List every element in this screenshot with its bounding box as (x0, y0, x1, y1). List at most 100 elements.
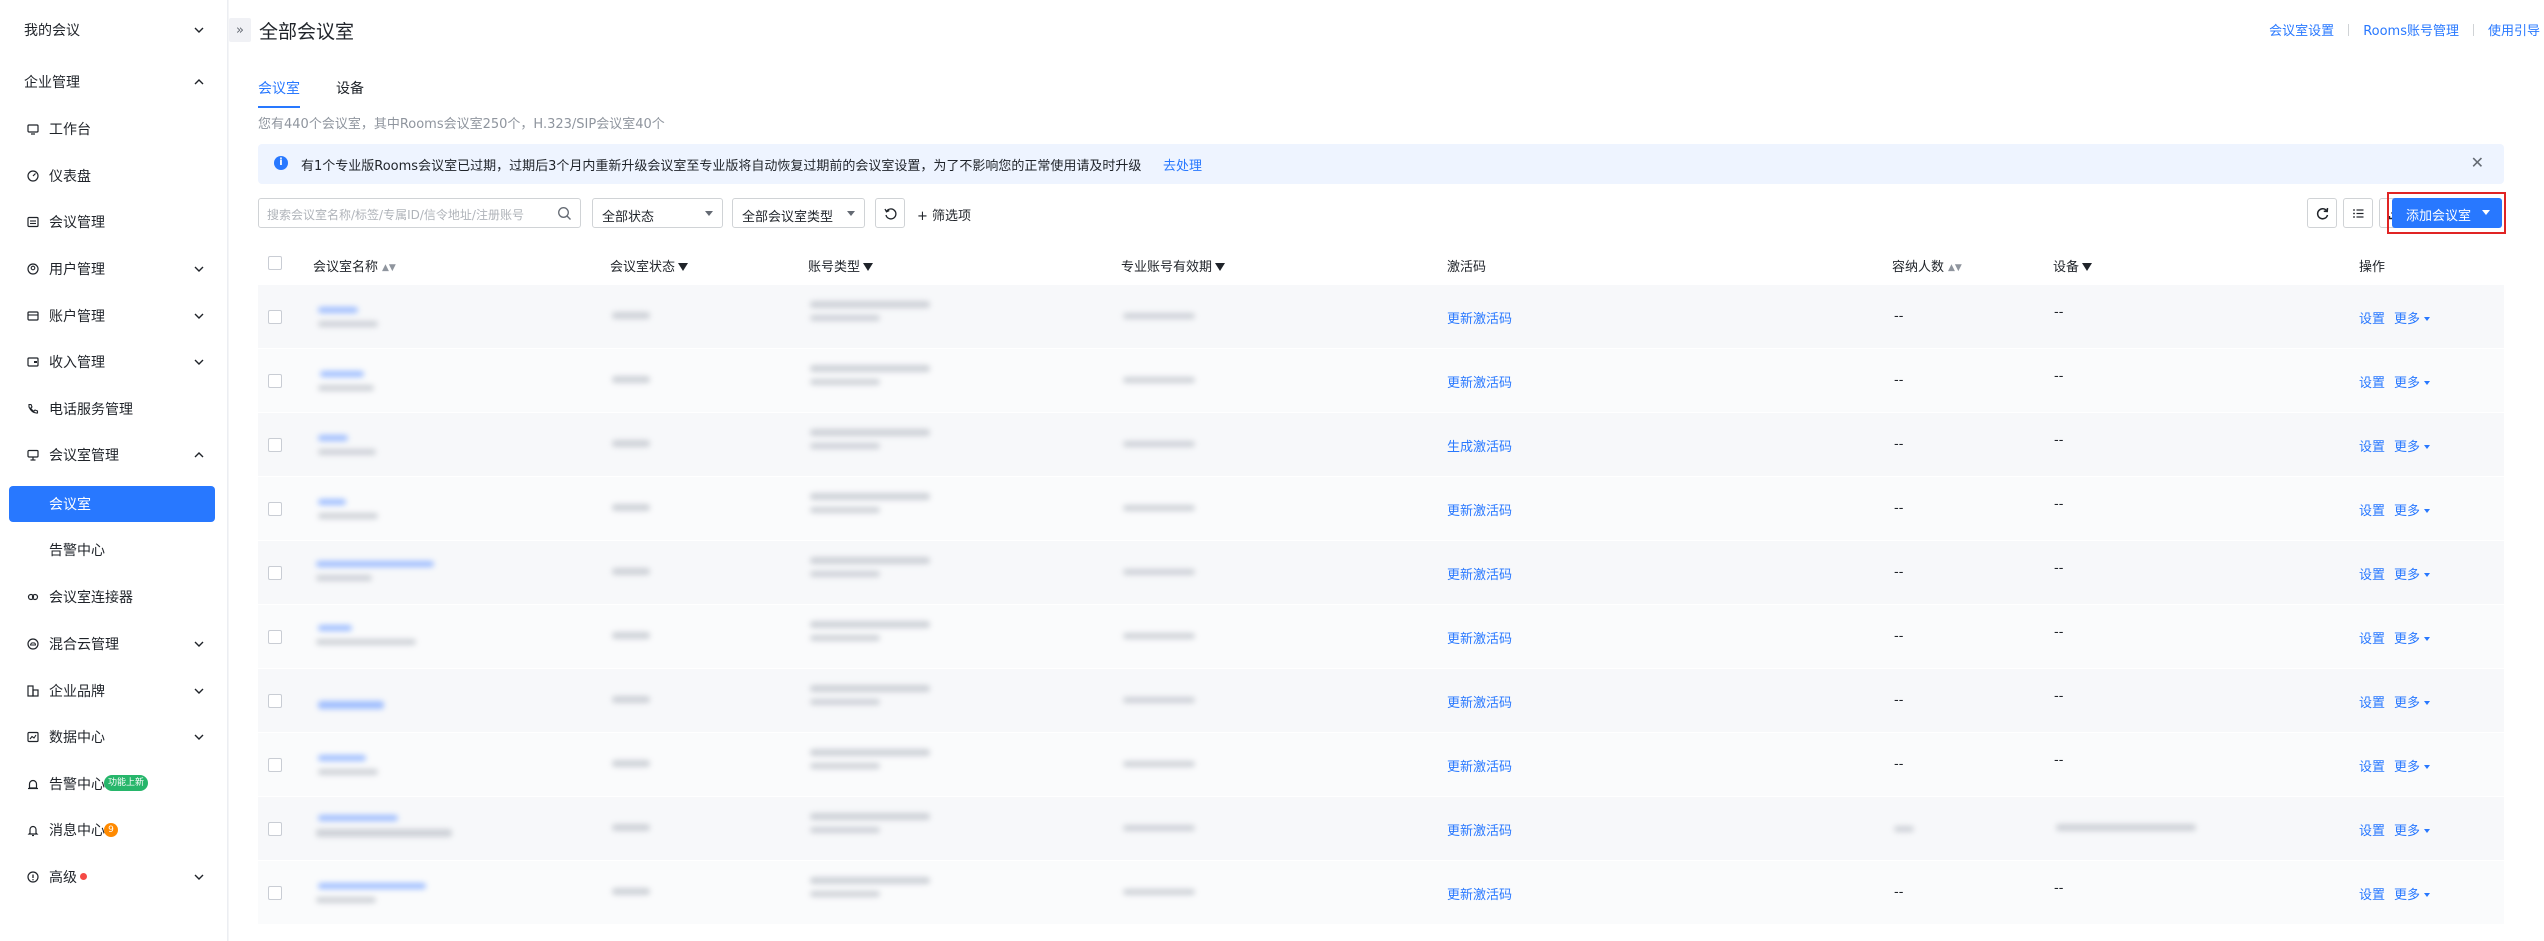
sidebar-item-room-alarm[interactable]: 告警中心 (0, 527, 228, 573)
activation-code-link[interactable]: 更新激活码 (1447, 308, 1512, 327)
rooms-account-link[interactable]: Rooms账号管理 (2363, 20, 2459, 39)
sidebar-item-bell[interactable]: 消息中心 9 (0, 807, 228, 853)
col-account-type-header[interactable]: 账号类型 (808, 256, 874, 275)
row-checkbox[interactable] (268, 886, 282, 900)
row-checkbox[interactable] (268, 502, 282, 516)
notice-action-link[interactable]: 去处理 (1163, 155, 1202, 174)
reset-button[interactable] (875, 198, 905, 228)
more-dropdown[interactable]: 更多 (2394, 376, 2431, 391)
col-name-header[interactable]: 会议室名称 ▲▼ (313, 256, 396, 275)
more-dropdown[interactable]: 更多 (2394, 824, 2431, 839)
col-status-header[interactable]: 会议室状态 (610, 256, 689, 275)
sidebar-item-user[interactable]: 用户管理 (0, 246, 228, 292)
tab-devices[interactable]: 设备 (336, 78, 364, 108)
sidebar-item-meeting-list[interactable]: 会议管理 (0, 199, 228, 245)
row-checkbox[interactable] (268, 822, 282, 836)
redacted-room-name[interactable] (318, 625, 352, 631)
settings-link[interactable]: 设置 (2359, 312, 2385, 327)
activation-code-link[interactable]: 生成激活码 (1447, 436, 1512, 455)
settings-link[interactable]: 设置 (2359, 760, 2385, 775)
activation-code-link[interactable]: 更新激活码 (1447, 372, 1512, 391)
table-row[interactable]: 更新激活码 -- -- 设置 更多 (258, 540, 2504, 604)
activation-code-link[interactable]: 更新激活码 (1447, 692, 1512, 711)
column-settings-button[interactable] (2343, 198, 2373, 228)
settings-link[interactable]: 设置 (2359, 632, 2385, 647)
redacted-room-name[interactable] (318, 755, 366, 761)
filter-icon[interactable] (2082, 263, 2093, 271)
more-dropdown[interactable]: 更多 (2394, 888, 2431, 903)
activation-code-link[interactable]: 更新激活码 (1447, 756, 1512, 775)
redacted-room-name[interactable] (318, 307, 358, 313)
filter-options-button[interactable]: + 筛选项 (917, 205, 971, 224)
table-row[interactable]: 更新激活码 -- -- 设置 更多 (258, 860, 2504, 924)
activation-code-link[interactable]: 更新激活码 (1447, 884, 1512, 903)
expand-sidebar-button[interactable]: » (229, 18, 251, 42)
settings-link[interactable]: 设置 (2359, 696, 2385, 711)
sidebar-item-rooms[interactable]: 会议室 (0, 481, 228, 527)
sidebar-my-meetings[interactable]: 我的会议 (0, 7, 228, 53)
table-row[interactable]: 更新激活码 -- -- 设置 更多 (258, 732, 2504, 796)
activation-code-link[interactable]: 更新激活码 (1447, 564, 1512, 583)
guide-link[interactable]: 使用引导 (2488, 20, 2540, 39)
redacted-room-name[interactable] (318, 883, 426, 889)
table-row[interactable]: 更新激活码 设置 更多 (258, 796, 2504, 860)
tab-rooms[interactable]: 会议室 (258, 78, 300, 108)
row-checkbox[interactable] (268, 374, 282, 388)
activation-code-link[interactable]: 更新激活码 (1447, 500, 1512, 519)
sidebar-item-data[interactable]: 数据中心 (0, 714, 228, 760)
settings-link[interactable]: 设置 (2359, 376, 2385, 391)
room-settings-link[interactable]: 会议室设置 (2269, 20, 2334, 39)
table-row[interactable]: 更新激活码 -- -- 设置 更多 (258, 668, 2504, 732)
type-select[interactable]: 全部会议室类型 (732, 198, 865, 228)
sidebar-item-income[interactable]: 收入管理 (0, 339, 228, 385)
sidebar-item-account[interactable]: 账户管理 (0, 293, 228, 339)
table-row[interactable]: 更新激活码 -- -- 设置 更多 (258, 284, 2504, 348)
more-dropdown[interactable]: 更多 (2394, 440, 2431, 455)
row-checkbox[interactable] (268, 438, 282, 452)
table-row[interactable]: 更新激活码 -- -- 设置 更多 (258, 348, 2504, 412)
status-select[interactable]: 全部状态 (592, 198, 723, 228)
sidebar-enterprise[interactable]: 企业管理 (0, 59, 228, 105)
table-row[interactable]: 生成激活码 -- -- 设置 更多 (258, 412, 2504, 476)
row-checkbox[interactable] (268, 694, 282, 708)
redacted-room-name[interactable] (318, 435, 348, 441)
sidebar-item-advanced[interactable]: 高级 (0, 854, 228, 900)
settings-link[interactable]: 设置 (2359, 440, 2385, 455)
settings-link[interactable]: 设置 (2359, 568, 2385, 583)
col-expiry-header[interactable]: 专业账号有效期 (1121, 256, 1226, 275)
filter-icon[interactable] (678, 263, 689, 271)
sidebar-item-dashboard[interactable]: 仪表盘 (0, 153, 228, 199)
redacted-room-name[interactable] (320, 371, 364, 377)
table-row[interactable]: 更新激活码 -- -- 设置 更多 (258, 476, 2504, 540)
more-dropdown[interactable]: 更多 (2394, 312, 2431, 327)
row-checkbox[interactable] (268, 566, 282, 580)
sidebar-item-phone[interactable]: 电话服务管理 (0, 386, 228, 432)
refresh-button[interactable] (2307, 198, 2337, 228)
add-room-button[interactable]: 添加会议室 (2392, 198, 2502, 228)
sidebar-item-workbench[interactable]: 工作台 (0, 106, 228, 152)
more-dropdown[interactable]: 更多 (2394, 504, 2431, 519)
settings-link[interactable]: 设置 (2359, 888, 2385, 903)
filter-icon[interactable] (1215, 263, 1226, 271)
filter-icon[interactable] (863, 263, 874, 271)
settings-link[interactable]: 设置 (2359, 504, 2385, 519)
activation-code-link[interactable]: 更新激活码 (1447, 628, 1512, 647)
more-dropdown[interactable]: 更多 (2394, 632, 2431, 647)
col-device-header[interactable]: 设备 (2053, 256, 2093, 275)
activation-code-link[interactable]: 更新激活码 (1447, 820, 1512, 839)
redacted-room-name[interactable] (318, 815, 398, 821)
row-checkbox[interactable] (268, 630, 282, 644)
search-input[interactable]: 搜索会议室名称/标签/专属ID/信令地址/注册账号 (258, 198, 581, 228)
settings-link[interactable]: 设置 (2359, 824, 2385, 839)
table-row[interactable]: 更新激活码 -- -- 设置 更多 (258, 604, 2504, 668)
sidebar-item-brand[interactable]: 企业品牌 (0, 668, 228, 714)
redacted-room-name[interactable] (318, 701, 384, 709)
select-all-checkbox[interactable] (268, 256, 282, 270)
sidebar-item-cloud[interactable]: 混合云管理 (0, 621, 228, 667)
redacted-room-name[interactable] (318, 499, 346, 505)
sidebar-item-room[interactable]: 会议室管理 (0, 432, 228, 478)
sidebar-item-connector[interactable]: 会议室连接器 (0, 574, 228, 620)
more-dropdown[interactable]: 更多 (2394, 696, 2431, 711)
close-icon[interactable]: ✕ (2471, 153, 2484, 172)
redacted-room-name[interactable] (316, 561, 434, 567)
